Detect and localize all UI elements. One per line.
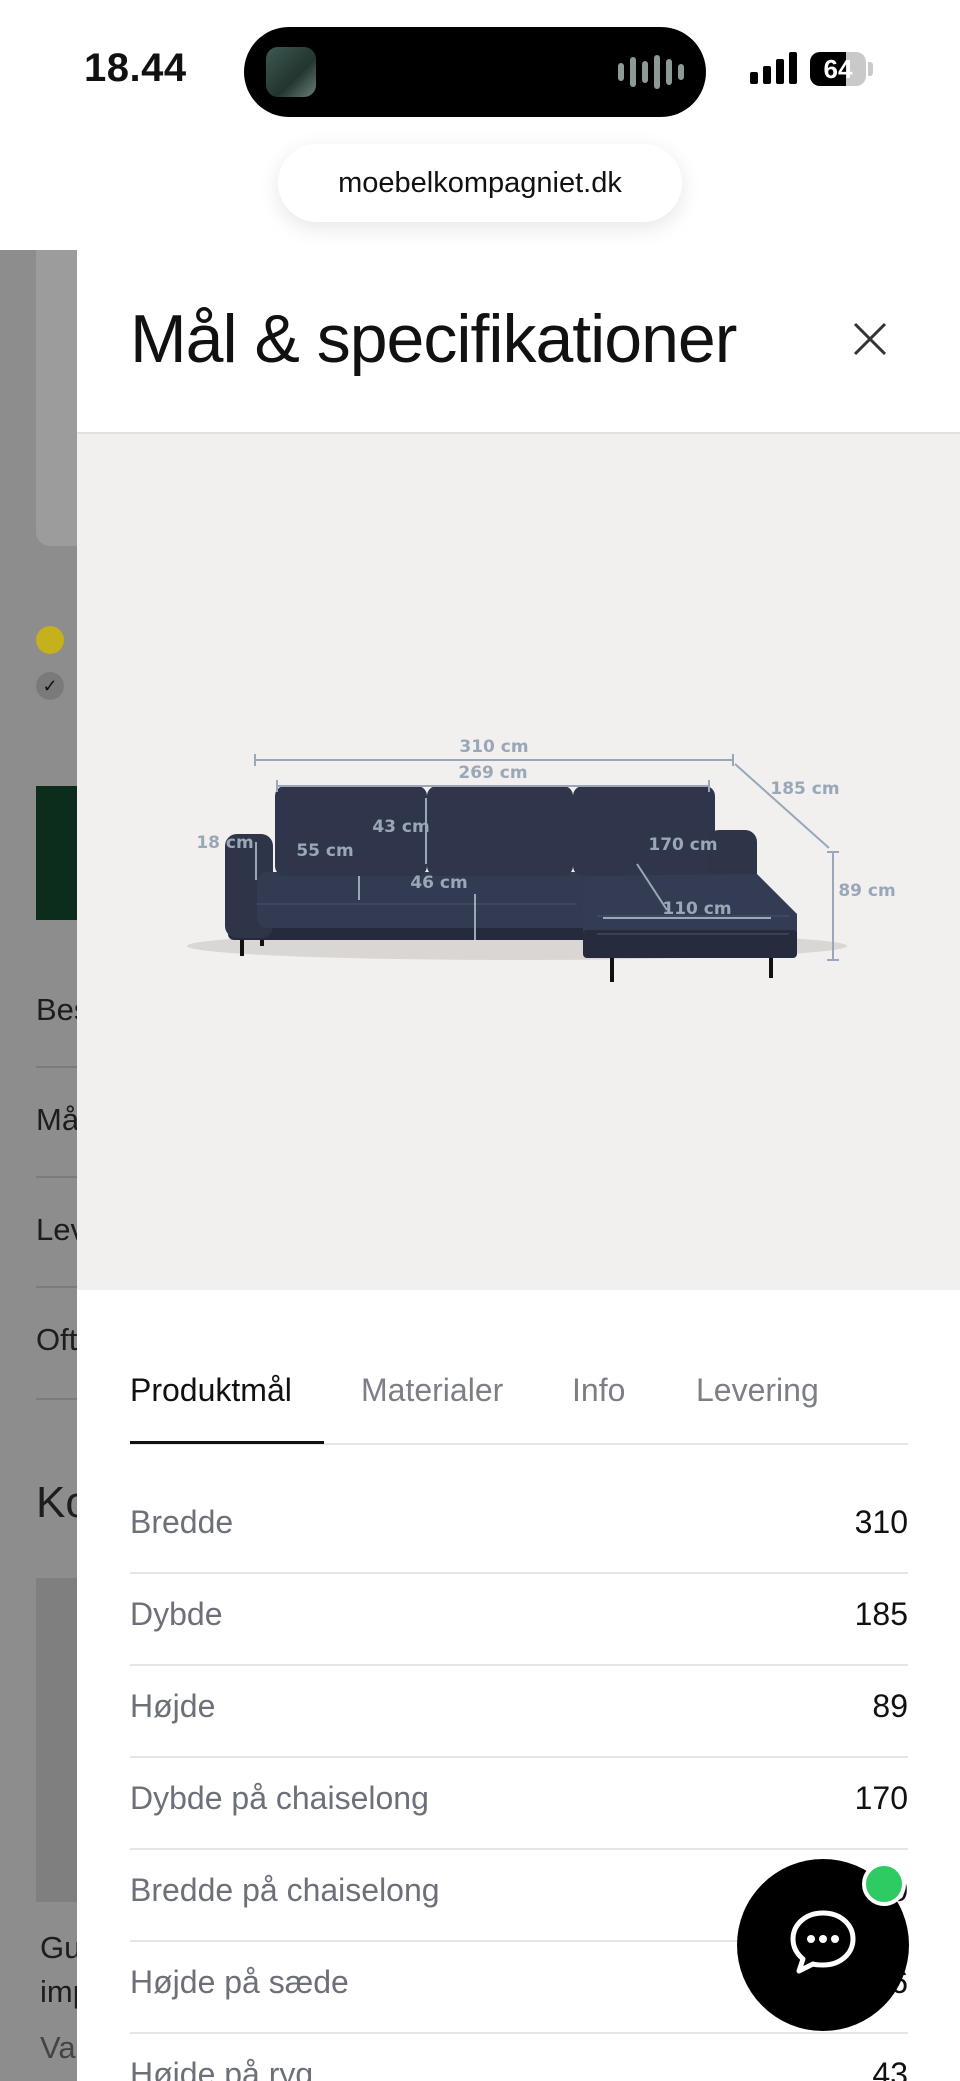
dimension-label-depth: 185 cm [770, 779, 839, 799]
now-playing-artwork [266, 47, 316, 97]
dynamic-island [244, 27, 706, 117]
tab-produktmaal[interactable]: Produktmål [130, 1372, 292, 1409]
spec-row: Højde på ryg 43 [130, 2032, 908, 2081]
dimension-label-chaise-depth: 170 cm [648, 835, 717, 855]
active-tab-indicator [130, 1441, 324, 1444]
chat-bubble-icon [790, 1910, 856, 1974]
tab-info[interactable]: Info [572, 1372, 625, 1409]
close-button[interactable] [847, 316, 893, 362]
spec-label: Dybde på chaiselong [130, 1780, 429, 1816]
drawer-title: Mål & specifikationer [130, 301, 737, 377]
spec-label: Bredde på chaiselong [130, 1872, 440, 1908]
spec-value: 170 [854, 1780, 908, 1816]
dimension-label-seat-depth: 55 cm [296, 841, 353, 861]
spec-row: Højde 89 [130, 1664, 908, 1758]
spec-label: Højde [130, 1688, 216, 1724]
dimension-label-height: 89 cm [838, 881, 895, 901]
close-icon [853, 322, 887, 356]
spec-value: 310 [854, 1504, 908, 1540]
dimension-label-back-height: 43 cm [372, 817, 429, 837]
dimension-label-back-width: 269 cm [458, 763, 527, 783]
status-bar: 18.44 64 moebelkompagniet.dk [0, 0, 960, 222]
cellular-signal-icon [750, 52, 797, 84]
battery-tip [868, 62, 873, 76]
status-time: 18.44 [84, 46, 187, 90]
dimension-label-arm-height: 18 cm [196, 833, 253, 853]
spec-row: Bredde 310 [130, 1480, 908, 1574]
dimension-diagram: 310 cm 269 cm 185 cm 43 cm 18 cm 55 cm 4… [77, 434, 960, 1290]
check-icon: ✓ [36, 672, 64, 700]
spec-label: Højde på ryg [130, 2056, 314, 2081]
battery-icon: 64 [810, 52, 866, 86]
spec-value: 43 [872, 2056, 908, 2081]
spec-label: Bredde [130, 1504, 234, 1540]
dimension-label-chaise-width: 110 cm [662, 899, 731, 919]
spec-label: Dybde [130, 1596, 223, 1632]
spec-value: 89 [872, 1688, 908, 1724]
specifications-drawer: Mål & specifikationer 310 cm 269 cm 185 … [77, 250, 960, 2081]
battery-percent: 64 [823, 54, 853, 84]
dimension-label-seat-height: 46 cm [410, 873, 467, 893]
online-status-dot [862, 1862, 906, 1906]
tab-materialer[interactable]: Materialer [361, 1372, 503, 1409]
audio-waveform-icon [618, 54, 684, 90]
tab-levering[interactable]: Levering [696, 1372, 819, 1409]
spec-row: Dybde 185 [130, 1572, 908, 1666]
spec-value: 185 [854, 1596, 908, 1632]
sofa-dimension-image: 310 cm 269 cm 185 cm 43 cm 18 cm 55 cm 4… [187, 737, 896, 982]
spec-row: Dybde på chaiselong 170 [130, 1756, 908, 1850]
color-swatch [36, 626, 64, 654]
spec-label: Højde på sæde [130, 1964, 349, 2000]
url-bar[interactable]: moebelkompagniet.dk [278, 144, 682, 222]
dimension-label-total-width: 310 cm [459, 737, 528, 757]
